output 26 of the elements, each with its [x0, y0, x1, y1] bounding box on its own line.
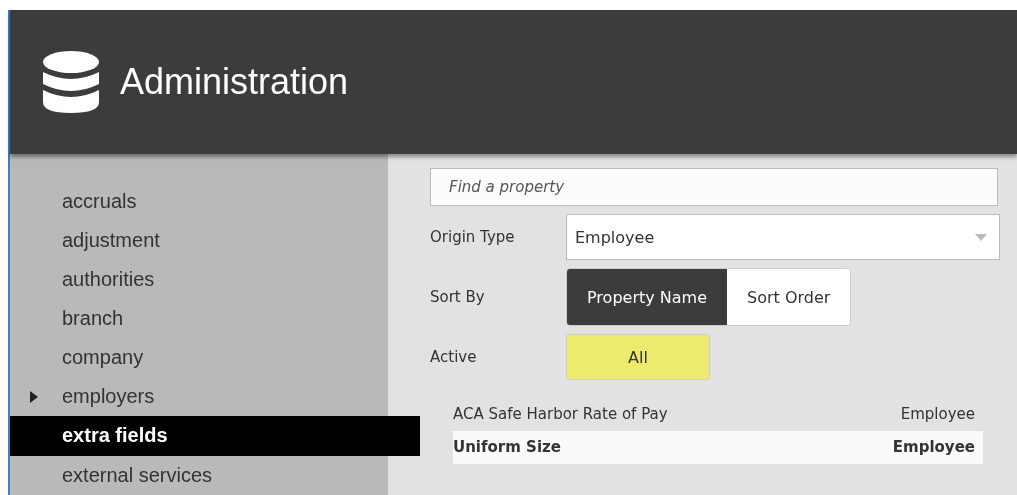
property-row[interactable]: Uniform Size Employee	[453, 431, 983, 464]
property-name: Uniform Size	[453, 437, 561, 458]
sidebar-item[interactable]: external services	[10, 456, 388, 495]
property-name: ACA Safe Harbor Rate of Pay	[453, 404, 668, 425]
field-label: Active	[430, 348, 478, 366]
expand-arrow-icon[interactable]	[30, 391, 38, 403]
sidebar-item[interactable]: branch	[10, 299, 388, 338]
sidebar-item[interactable]: adjustment	[10, 221, 388, 260]
field-label: Origin Type	[430, 228, 516, 246]
sort-option-button[interactable]: Sort Order	[727, 269, 851, 325]
origin-type-dropdown[interactable]: Employee	[566, 214, 1000, 260]
field-label: Sort By	[430, 288, 486, 306]
page-title: Administration	[120, 61, 349, 103]
sidebar-item[interactable]: employers	[10, 377, 388, 416]
search-field[interactable]: Find a property	[430, 168, 998, 206]
dropdown-caret-icon	[975, 233, 987, 241]
sort-option-button[interactable]: Property Name	[567, 269, 727, 325]
database-icon	[42, 50, 100, 114]
sidebar-item[interactable]: accruals	[10, 182, 388, 221]
sidebar-item[interactable]: authorities	[10, 260, 388, 299]
origin-type-text: Employee	[892, 437, 975, 458]
origin-type-text: Employee	[900, 404, 975, 425]
active-filter-button[interactable]: All	[566, 334, 710, 380]
sidebar-item[interactable]: extra fields	[10, 416, 420, 456]
sidebar-item[interactable]: company	[10, 338, 388, 377]
property-row[interactable]: ACA Safe Harbor Rate of Pay Employee	[453, 398, 983, 431]
